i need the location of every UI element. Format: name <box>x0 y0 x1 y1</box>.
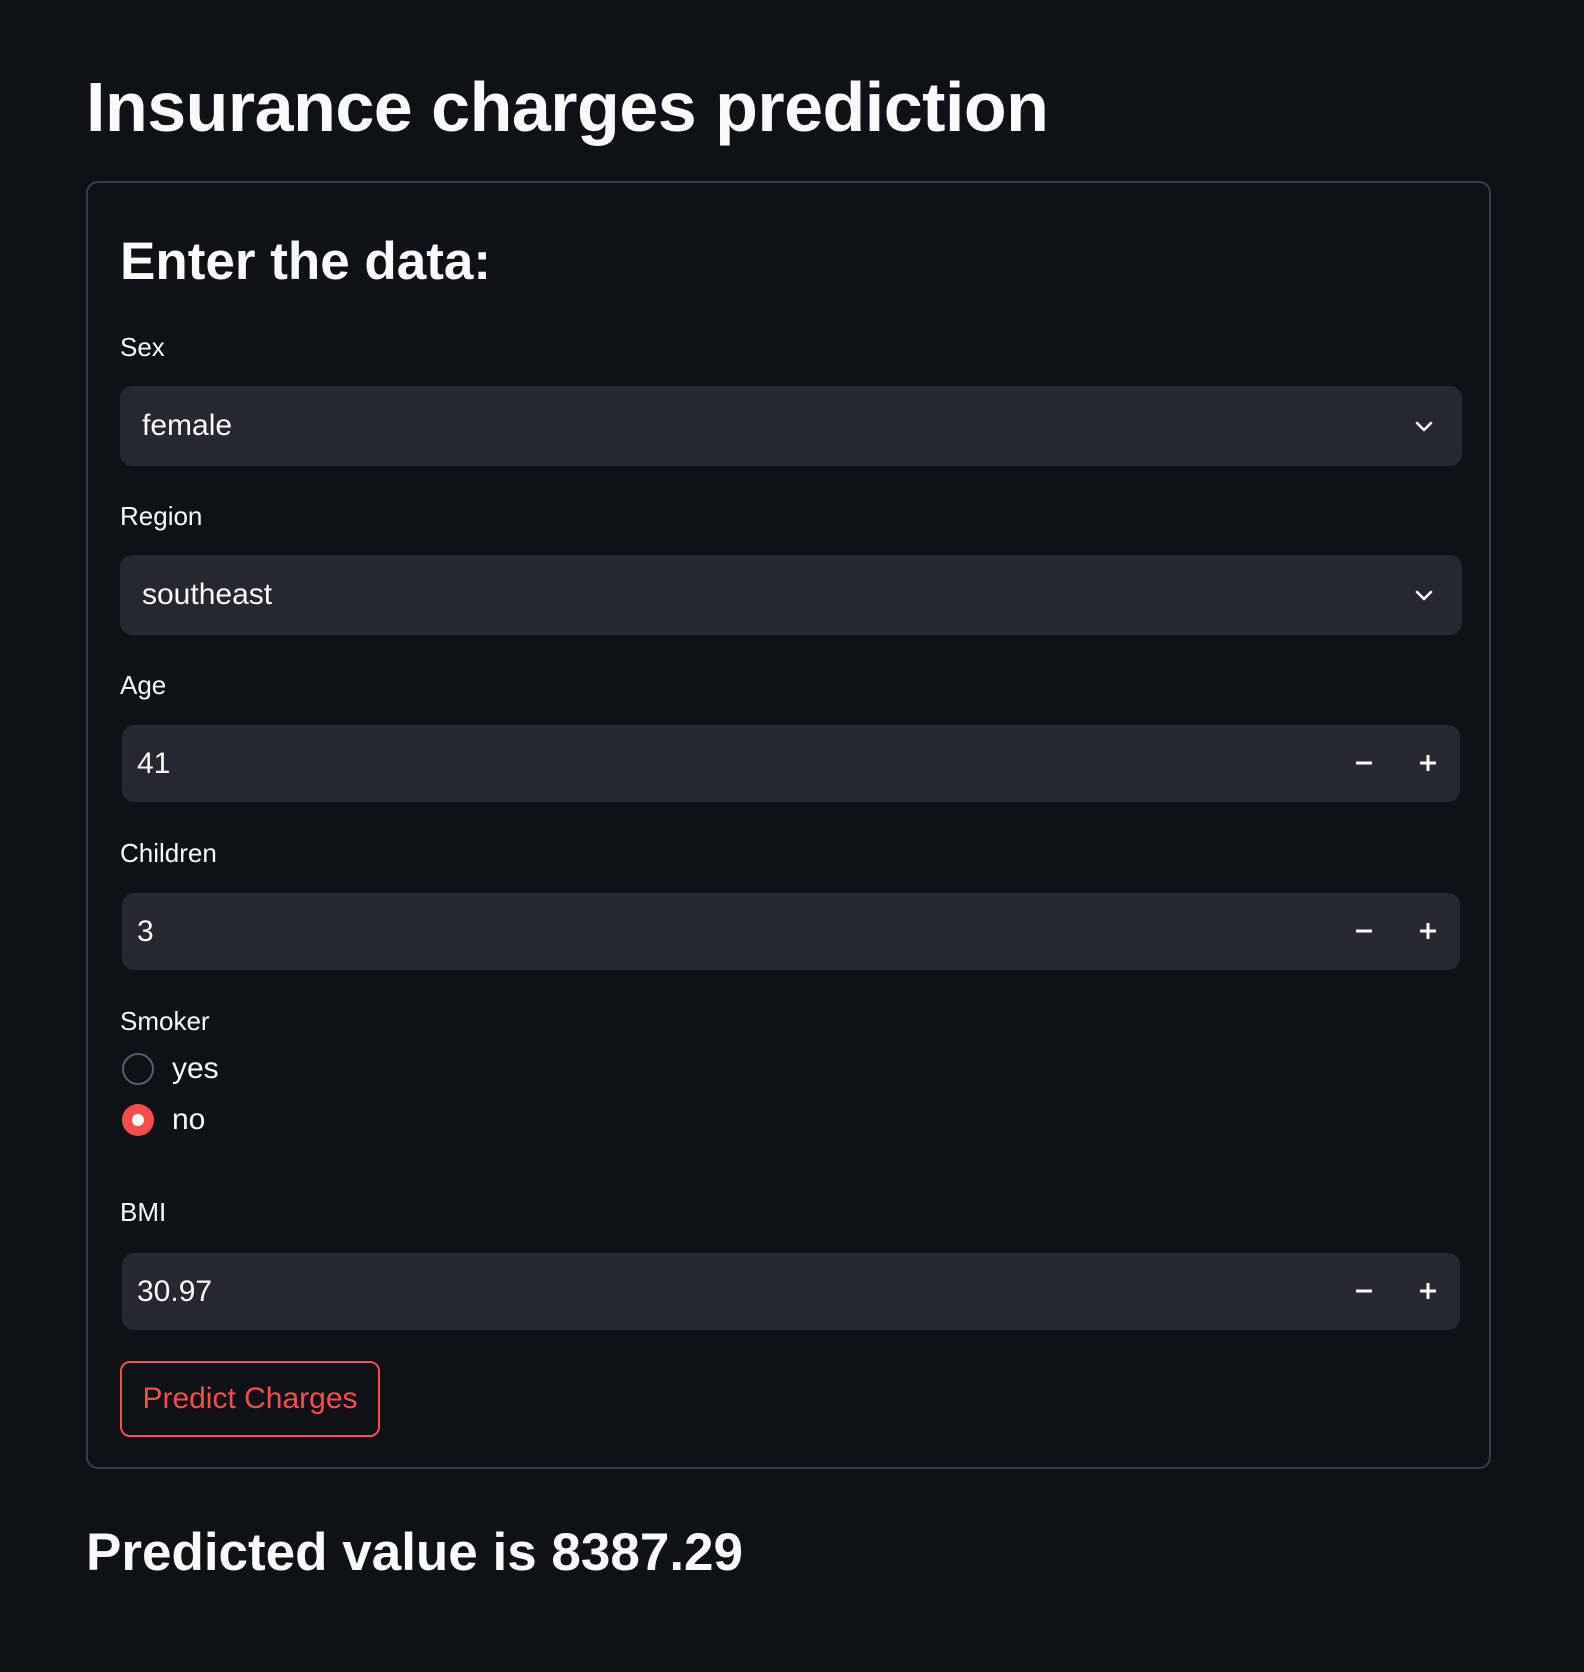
predict-charges-button[interactable]: Predict Charges <box>120 1361 380 1437</box>
children-increment-button[interactable] <box>1396 893 1460 970</box>
plus-icon <box>1420 755 1436 771</box>
chevron-down-icon <box>1415 590 1433 601</box>
minus-icon <box>1356 1289 1372 1293</box>
sex-select-value: female <box>142 409 233 442</box>
age-input[interactable] <box>122 725 1302 802</box>
chevron-down-icon <box>1415 421 1433 432</box>
smoker-label: Smoker <box>120 1006 210 1036</box>
page-title: Insurance charges prediction <box>86 68 1049 146</box>
sex-label: Sex <box>120 332 165 362</box>
smoker-option-label: no <box>172 1103 206 1136</box>
age-increment-button[interactable] <box>1396 725 1460 802</box>
children-number-field <box>122 893 1460 970</box>
predicted-value-text: Predicted value is 8387.29 <box>86 1523 744 1582</box>
region-label: Region <box>120 501 203 531</box>
age-number-field <box>122 725 1460 802</box>
bmi-increment-button[interactable] <box>1396 1253 1460 1330</box>
children-decrement-button[interactable] <box>1332 893 1396 970</box>
children-input[interactable] <box>122 893 1302 970</box>
input-form: Enter the data: Sex female Region southe… <box>86 181 1491 1469</box>
children-label: Children <box>120 838 217 868</box>
plus-icon <box>1420 923 1436 939</box>
bmi-input[interactable] <box>122 1253 1302 1330</box>
radio-unselected-icon <box>122 1053 154 1085</box>
minus-icon <box>1356 929 1372 933</box>
bmi-number-field <box>122 1253 1460 1330</box>
age-label: Age <box>120 670 167 700</box>
plus-icon <box>1420 1283 1436 1299</box>
bmi-label: BMI <box>120 1197 167 1227</box>
form-heading: Enter the data: <box>120 232 492 291</box>
age-decrement-button[interactable] <box>1332 725 1396 802</box>
sex-select[interactable]: female <box>120 386 1462 466</box>
smoker-option-label: yes <box>172 1052 219 1085</box>
region-select[interactable]: southeast <box>120 555 1462 635</box>
bmi-decrement-button[interactable] <box>1332 1253 1396 1330</box>
minus-icon <box>1356 761 1372 765</box>
radio-selected-icon <box>122 1104 154 1136</box>
region-select-value: southeast <box>142 578 273 611</box>
